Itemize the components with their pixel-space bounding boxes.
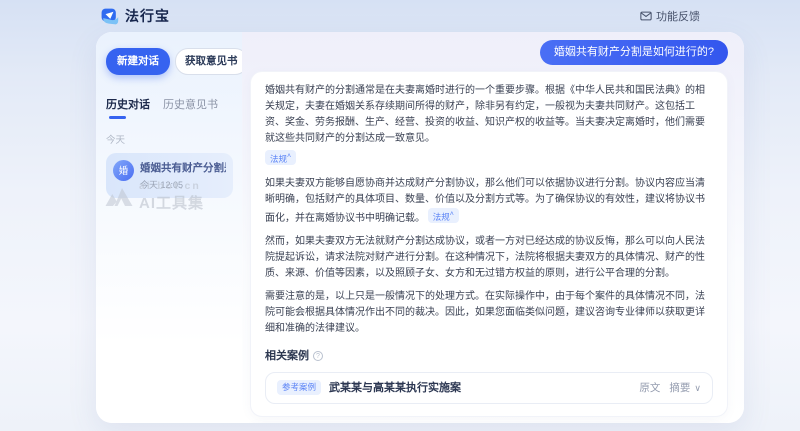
case-summary-link[interactable]: 摘要 bbox=[669, 380, 690, 396]
user-message-bubble: 婚姻共有财产分割是如何进行的? bbox=[540, 40, 728, 65]
brand: 法行宝 bbox=[100, 6, 170, 26]
case-card[interactable]: 参考案例 武某某与高某某执行实施案 原文 摘要 ∨ bbox=[265, 372, 713, 404]
answer-paragraph: 需要注意的是，以上只是一般情况下的处理方式。在实际操作中，由于每个案件的具体情况… bbox=[265, 289, 713, 337]
tab-history-opinions[interactable]: 历史意见书 bbox=[163, 96, 218, 119]
conversation-title: 婚姻共有财产分割是如何... bbox=[140, 160, 226, 175]
top-header: 法行宝 功能反馈 bbox=[0, 0, 800, 32]
history-group-label: 今天 bbox=[106, 132, 233, 146]
answer-paragraph: 然而，如果夫妻双方无法就财产分割达成协议，或者一方对已经达成的协议反悔，那么可以… bbox=[265, 234, 713, 282]
sidebar-tabs: 历史对话 历史意见书 bbox=[106, 96, 233, 119]
envelope-icon bbox=[640, 11, 652, 21]
app-title: 法行宝 bbox=[125, 6, 170, 26]
chat-area: 婚姻共有财产分割是如何进行的? 婚姻共有财产的分割通常是在夫妻离婚时进行的一个重… bbox=[242, 32, 744, 423]
conversation-avatar: 婚 bbox=[113, 160, 134, 181]
assistant-message: 婚姻共有财产的分割通常是在夫妻离婚时进行的一个重要步骤。根据《中华人民共和国民法… bbox=[250, 71, 728, 417]
sidebar: 新建对话 获取意见书 历史对话 历史意见书 今天 婚 婚姻共有财产分割是如何..… bbox=[96, 32, 242, 423]
related-cases-heading: 相关案例 ? bbox=[265, 348, 713, 364]
tab-history-chats[interactable]: 历史对话 bbox=[106, 96, 150, 119]
law-reference-tag[interactable]: 法规˄ bbox=[428, 208, 459, 223]
conversation-list-item[interactable]: 婚 婚姻共有财产分割是如何... 今天 12:05 bbox=[106, 153, 233, 198]
law-reference-tag[interactable]: 法规˄ bbox=[265, 150, 296, 165]
chevron-down-icon[interactable]: ∨ bbox=[694, 380, 701, 396]
case-badge: 参考案例 bbox=[277, 380, 321, 395]
feedback-link[interactable]: 功能反馈 bbox=[640, 8, 700, 24]
case-original-link[interactable]: 原文 bbox=[639, 380, 660, 396]
answer-paragraph: 如果夫妻双方能够自愿协商并达成财产分割协议，那么他们可以依据协议进行分割。协议内… bbox=[265, 176, 713, 227]
new-chat-button[interactable]: 新建对话 bbox=[106, 48, 170, 75]
conversation-time: 今天 12:05 bbox=[140, 178, 226, 191]
case-name: 武某某与高某某执行实施案 bbox=[329, 380, 631, 396]
related-cases-title: 相关案例 bbox=[265, 348, 309, 364]
get-opinion-button[interactable]: 获取意见书 bbox=[175, 48, 248, 75]
answer-paragraph: 婚姻共有财产的分割通常是在夫妻离婚时进行的一个重要步骤。根据《中华人民共和国民法… bbox=[265, 83, 713, 169]
main-panel: 新建对话 获取意见书 历史对话 历史意见书 今天 婚 婚姻共有财产分割是如何..… bbox=[96, 32, 744, 423]
app-logo-icon bbox=[100, 7, 119, 26]
feedback-label: 功能反馈 bbox=[656, 8, 700, 24]
answer-paragraphs: 婚姻共有财产的分割通常是在夫妻离婚时进行的一个重要步骤。根据《中华人民共和国民法… bbox=[265, 83, 713, 337]
info-icon[interactable]: ? bbox=[313, 351, 323, 361]
